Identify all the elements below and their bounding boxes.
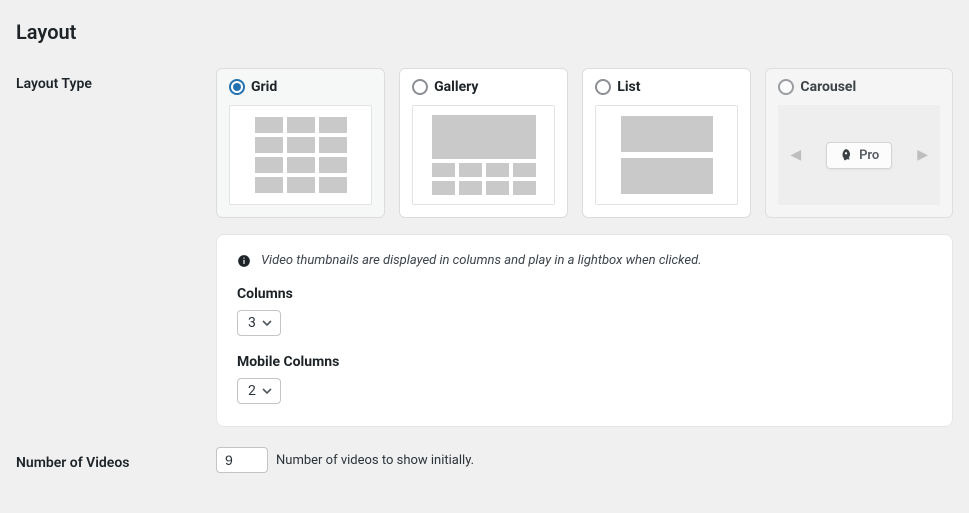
layout-type-label: Layout Type xyxy=(16,68,216,92)
list-thumb xyxy=(595,105,738,205)
mobile-columns-label: Mobile Columns xyxy=(237,354,932,370)
section-title: Layout xyxy=(16,20,953,44)
info-icon xyxy=(237,254,251,268)
chevron-left-icon: ◀ xyxy=(786,147,805,163)
grid-thumb xyxy=(229,105,372,205)
layout-option-carousel[interactable]: Carousel ◀ ▶ Pro xyxy=(765,68,953,218)
chevron-down-icon xyxy=(262,318,272,328)
mobile-columns-select[interactable]: 2 xyxy=(237,378,281,404)
radio-carousel[interactable] xyxy=(778,79,794,95)
gallery-thumb xyxy=(412,105,555,205)
layout-name-list: List xyxy=(617,79,640,95)
layout-option-gallery[interactable]: Gallery xyxy=(399,68,568,218)
layout-name-grid: Grid xyxy=(251,79,277,95)
columns-select[interactable]: 3 xyxy=(237,310,281,336)
layout-name-carousel: Carousel xyxy=(800,79,856,95)
layout-options: Grid Gallery xyxy=(216,68,953,218)
layout-hint: Video thumbnails are displayed in column… xyxy=(237,253,932,268)
chevron-right-icon: ▶ xyxy=(913,147,932,163)
layout-option-grid[interactable]: Grid xyxy=(216,68,385,218)
carousel-thumb: ◀ ▶ Pro xyxy=(778,105,940,205)
chevron-down-icon xyxy=(262,386,272,396)
num-videos-input[interactable] xyxy=(216,447,268,473)
layout-name-gallery: Gallery xyxy=(434,79,478,95)
rocket-icon xyxy=(839,148,853,162)
pro-badge: Pro xyxy=(826,142,892,169)
layout-option-list[interactable]: List xyxy=(582,68,751,218)
num-videos-desc: Number of videos to show initially. xyxy=(276,453,474,468)
layout-settings-box: Video thumbnails are displayed in column… xyxy=(216,234,953,427)
num-videos-label: Number of Videos xyxy=(16,447,216,471)
radio-grid[interactable] xyxy=(229,79,245,95)
radio-list[interactable] xyxy=(595,79,611,95)
radio-gallery[interactable] xyxy=(412,79,428,95)
columns-label: Columns xyxy=(237,286,932,302)
